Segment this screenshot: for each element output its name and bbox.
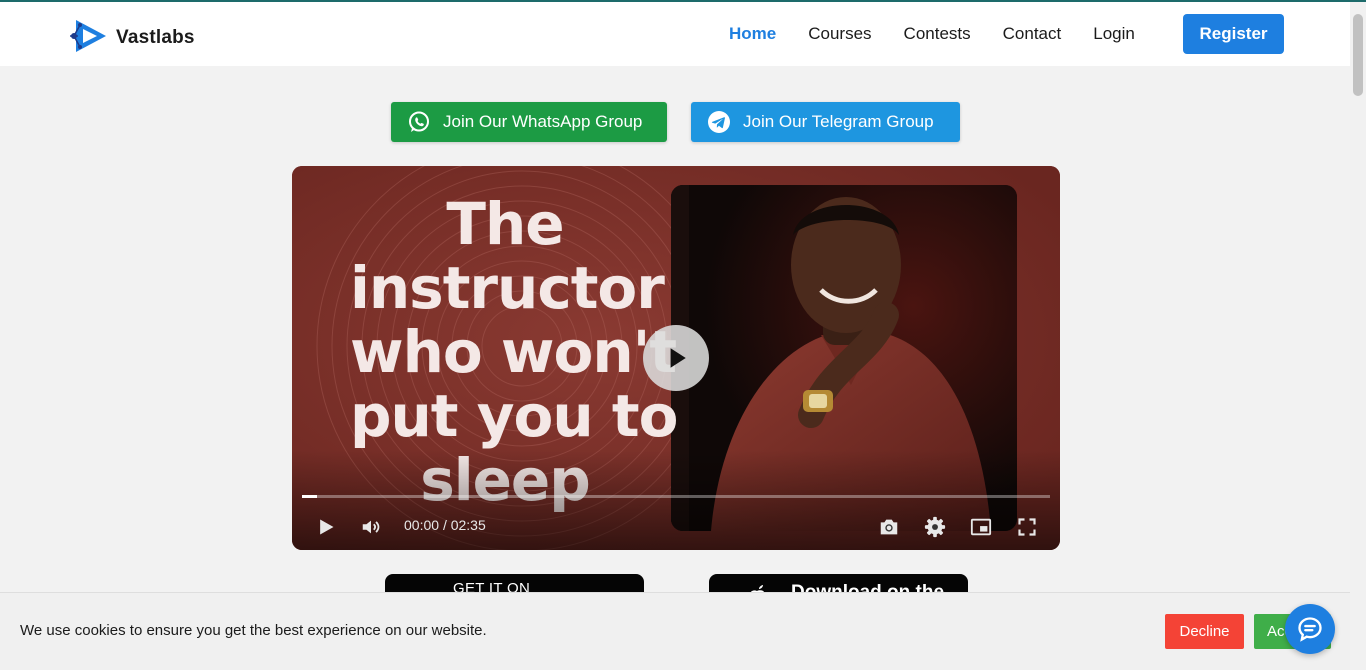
nav-courses[interactable]: Courses (792, 20, 887, 48)
time-separator: / (442, 517, 447, 533)
decline-cookies-button[interactable]: Decline (1165, 614, 1244, 649)
main-nav: Home Courses Contests Contact Login (713, 20, 1151, 48)
cookie-message: We use cookies to ensure you get the bes… (20, 622, 487, 639)
nav-login[interactable]: Login (1077, 20, 1151, 48)
video-progress-bar[interactable] (302, 495, 1050, 498)
current-time: 00:00 (404, 517, 440, 533)
scrollbar-thumb[interactable] (1353, 14, 1363, 96)
whatsapp-icon (407, 110, 431, 134)
headline-line: The (446, 190, 564, 258)
whatsapp-group-label: Join Our WhatsApp Group (443, 112, 643, 131)
video-time: 00:00 / 02:35 (404, 517, 486, 533)
video-progress-fill (302, 495, 317, 498)
duration: 02:35 (450, 517, 486, 533)
telegram-icon (707, 110, 731, 134)
volume-icon (362, 520, 380, 534)
vastlabs-logo-icon (68, 16, 108, 59)
screenshot-control[interactable] (877, 515, 901, 539)
pip-control[interactable] (969, 515, 993, 539)
nav-contact[interactable]: Contact (987, 20, 1078, 48)
headline-line: who won't (350, 318, 677, 386)
chat-icon (1298, 617, 1322, 642)
chat-launcher-button[interactable] (1285, 604, 1335, 654)
brand-name: Vastlabs (116, 26, 195, 48)
fullscreen-control[interactable] (1015, 515, 1039, 539)
play-icon (670, 348, 686, 368)
settings-control[interactable] (923, 515, 947, 539)
play-icon (320, 519, 334, 535)
picture-in-picture-icon (970, 518, 992, 536)
whatsapp-group-button[interactable]: Join Our WhatsApp Group (391, 102, 667, 142)
page-scrollbar[interactable] (1350, 2, 1366, 670)
telegram-group-button[interactable]: Join Our Telegram Group (691, 102, 960, 142)
settings-icon (924, 516, 946, 538)
big-play-button[interactable] (643, 325, 709, 391)
headline-line: put you to (350, 382, 678, 450)
headline-line: instructor (350, 254, 665, 322)
brand[interactable]: Vastlabs (68, 16, 195, 59)
nav-contests[interactable]: Contests (888, 20, 987, 48)
play-control[interactable] (314, 515, 338, 539)
volume-control[interactable] (359, 515, 383, 539)
cookie-consent-bar: We use cookies to ensure you get the bes… (0, 592, 1350, 670)
telegram-group-label: Join Our Telegram Group (743, 112, 934, 131)
nav-home[interactable]: Home (713, 20, 792, 48)
navbar: Vastlabs Home Courses Contests Contact L… (0, 2, 1350, 66)
promo-video-player[interactable]: The instructor who won't put you to slee… (292, 166, 1060, 550)
register-button[interactable]: Register (1183, 14, 1284, 54)
camera-icon (880, 519, 898, 535)
fullscreen-icon (1018, 518, 1036, 536)
